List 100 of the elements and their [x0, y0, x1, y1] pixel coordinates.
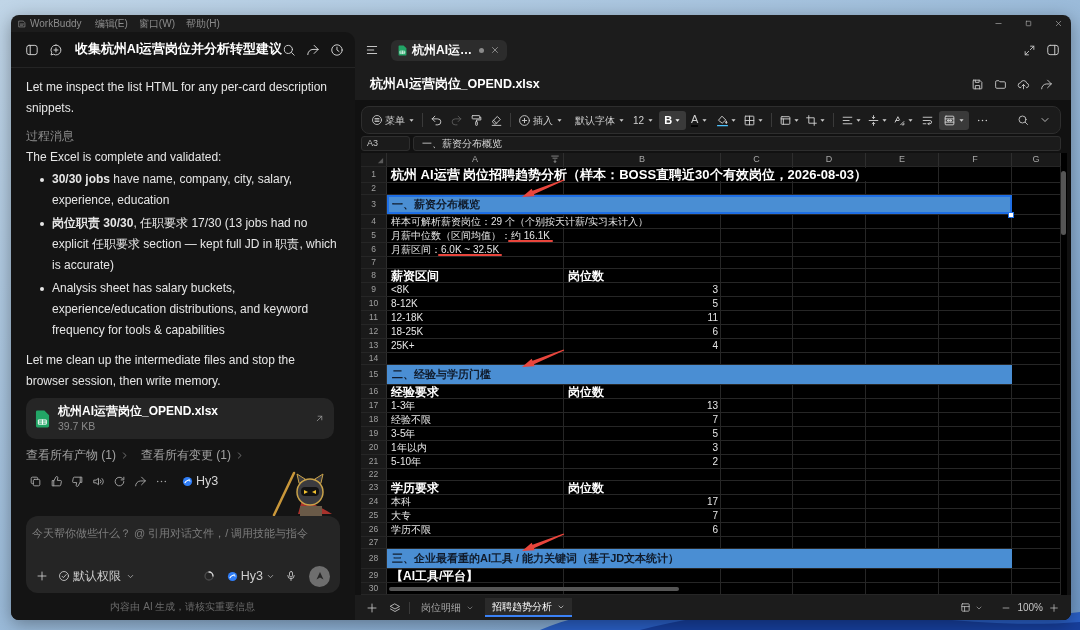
font-color-button[interactable]: A: [691, 113, 709, 127]
filter-icon[interactable]: [550, 154, 560, 164]
menu-icon[interactable]: [365, 43, 379, 57]
menu-item[interactable]: 帮助(H): [185, 16, 220, 31]
layers-icon[interactable]: [389, 601, 401, 614]
undo-icon[interactable]: [430, 113, 443, 127]
menu-item[interactable]: 编辑(E): [94, 16, 128, 31]
caret-icon[interactable]: [881, 116, 889, 124]
sheet-view-icon[interactable]: [960, 602, 972, 613]
share-icon[interactable]: [134, 474, 147, 488]
file-card[interactable]: 杭州AI运营岗位_OPEND.xlsx 39.7 KB: [26, 398, 334, 439]
row-number: 25: [361, 509, 387, 522]
thumbs-down-icon[interactable]: [71, 474, 84, 488]
sidebar-toggle-icon[interactable]: [25, 42, 39, 57]
cell-format-icon[interactable]: [779, 113, 793, 127]
cell-reference-field[interactable]: A3: [361, 136, 410, 151]
format-painter-icon[interactable]: [470, 113, 483, 127]
cell-value: 4: [712, 340, 718, 351]
column-header[interactable]: C: [721, 153, 793, 166]
add-sheet-icon[interactable]: [366, 601, 378, 614]
row-number: 3: [361, 195, 387, 214]
model-logo-icon: [226, 570, 238, 582]
caret-icon[interactable]: [819, 116, 827, 124]
horizontal-scrollbar-thumb[interactable]: [389, 587, 679, 591]
loading-spinner-icon: [202, 570, 215, 582]
caret-icon[interactable]: [556, 116, 563, 124]
microphone-icon[interactable]: [285, 570, 297, 582]
insert-button[interactable]: 插入: [518, 112, 563, 128]
zoom-in-icon[interactable]: [1049, 602, 1059, 613]
row-number: 19: [361, 427, 387, 440]
model-selector[interactable]: Hy3: [226, 566, 275, 586]
borders-icon[interactable]: [743, 113, 757, 127]
merge-cells-button[interactable]: [939, 110, 970, 130]
menu-item[interactable]: 窗口(W): [138, 16, 175, 31]
search-icon[interactable]: [282, 42, 297, 57]
select-all-icon[interactable]: [377, 157, 384, 164]
plus-circle-icon: [518, 113, 531, 127]
close-icon[interactable]: [490, 45, 500, 55]
maximize-icon[interactable]: [1024, 19, 1033, 28]
caret-icon[interactable]: [647, 116, 655, 124]
column-header[interactable]: F: [939, 153, 1012, 166]
caret-icon[interactable]: [701, 116, 709, 124]
sheet-tab[interactable]: 招聘趋势分析: [485, 598, 572, 617]
column-label: 学历要求: [391, 481, 439, 494]
view-all-link[interactable]: 查看所有产物 (1): [26, 447, 129, 463]
send-button[interactable]: [309, 565, 330, 587]
sheet-tab[interactable]: 岗位明细: [414, 598, 481, 617]
menu-button[interactable]: 菜单: [371, 112, 415, 128]
permission-selector[interactable]: 默认权限: [58, 567, 135, 585]
message-text: Let me inspect the list HTML for any per-card description snippets.: [26, 79, 328, 117]
caret-icon[interactable]: [674, 116, 682, 124]
view-all-link[interactable]: 查看所有变更 (1): [141, 447, 244, 463]
add-icon[interactable]: [36, 570, 48, 582]
folder-icon[interactable]: [994, 77, 1007, 91]
expand-icon[interactable]: [1023, 43, 1036, 57]
vertical-align-icon[interactable]: [867, 113, 881, 127]
search-icon[interactable]: [1017, 114, 1029, 126]
column-header[interactable]: A: [387, 153, 564, 166]
text-direction-icon[interactable]: [893, 113, 907, 127]
caret-icon[interactable]: [793, 116, 801, 124]
section-header-cell: 三、企业最看重的AI工具 / 能力关键词（基于JD文本统计）: [387, 549, 1012, 568]
caret-icon[interactable]: [757, 116, 765, 124]
copy-icon[interactable]: [29, 474, 42, 488]
formula-field[interactable]: 一、薪资分布概览: [413, 136, 1061, 151]
refresh-icon[interactable]: [113, 474, 126, 488]
thumbs-up-icon[interactable]: [50, 474, 63, 488]
composer-box[interactable]: 今天帮你做些什么？ @ 引用对话文件，/ 调用技能与指令 默认权限 Hy3: [26, 516, 340, 593]
close-icon[interactable]: [1054, 19, 1063, 28]
column-header[interactable]: B: [564, 153, 721, 166]
font-select[interactable]: 默认字体: [575, 112, 625, 128]
caret-icon[interactable]: [618, 116, 625, 124]
column-header[interactable]: E: [866, 153, 939, 166]
message-input[interactable]: 今天帮你做些什么？ @ 引用对话文件，/ 调用技能与指令: [26, 516, 340, 552]
side-panel-icon[interactable]: [1046, 43, 1060, 57]
caret-icon[interactable]: [855, 116, 863, 124]
font-size-select[interactable]: 12: [633, 112, 655, 128]
share-icon[interactable]: [1040, 77, 1053, 91]
column-label: 岗位数: [568, 385, 604, 398]
share-icon[interactable]: [306, 42, 321, 57]
column-header[interactable]: D: [793, 153, 866, 166]
bullet-icon: [40, 221, 44, 226]
upload-icon[interactable]: [1017, 77, 1030, 91]
caret-icon[interactable]: [730, 116, 738, 124]
vertical-scrollbar-thumb[interactable]: [1061, 171, 1066, 235]
ai-disclaimer: 内容由 AI 生成，请核实重要信息: [110, 600, 256, 614]
bold-button[interactable]: B: [659, 110, 687, 130]
fill-color-icon[interactable]: [716, 113, 730, 127]
file-tab[interactable]: 杭州AI运…: [391, 39, 507, 61]
cell-value: 7: [712, 510, 718, 521]
save-icon[interactable]: [971, 77, 984, 91]
caret-icon[interactable]: [907, 116, 915, 124]
open-external-icon[interactable]: [314, 413, 325, 424]
cell-value: 5: [712, 428, 718, 439]
history-icon[interactable]: [330, 42, 345, 57]
column-header[interactable]: G: [1012, 153, 1061, 166]
crop-icon[interactable]: [805, 113, 819, 127]
new-chat-icon[interactable]: [48, 42, 63, 57]
caret-icon[interactable]: [408, 116, 415, 124]
eraser-icon[interactable]: [490, 113, 503, 127]
fill-handle-icon[interactable]: [1008, 212, 1014, 218]
